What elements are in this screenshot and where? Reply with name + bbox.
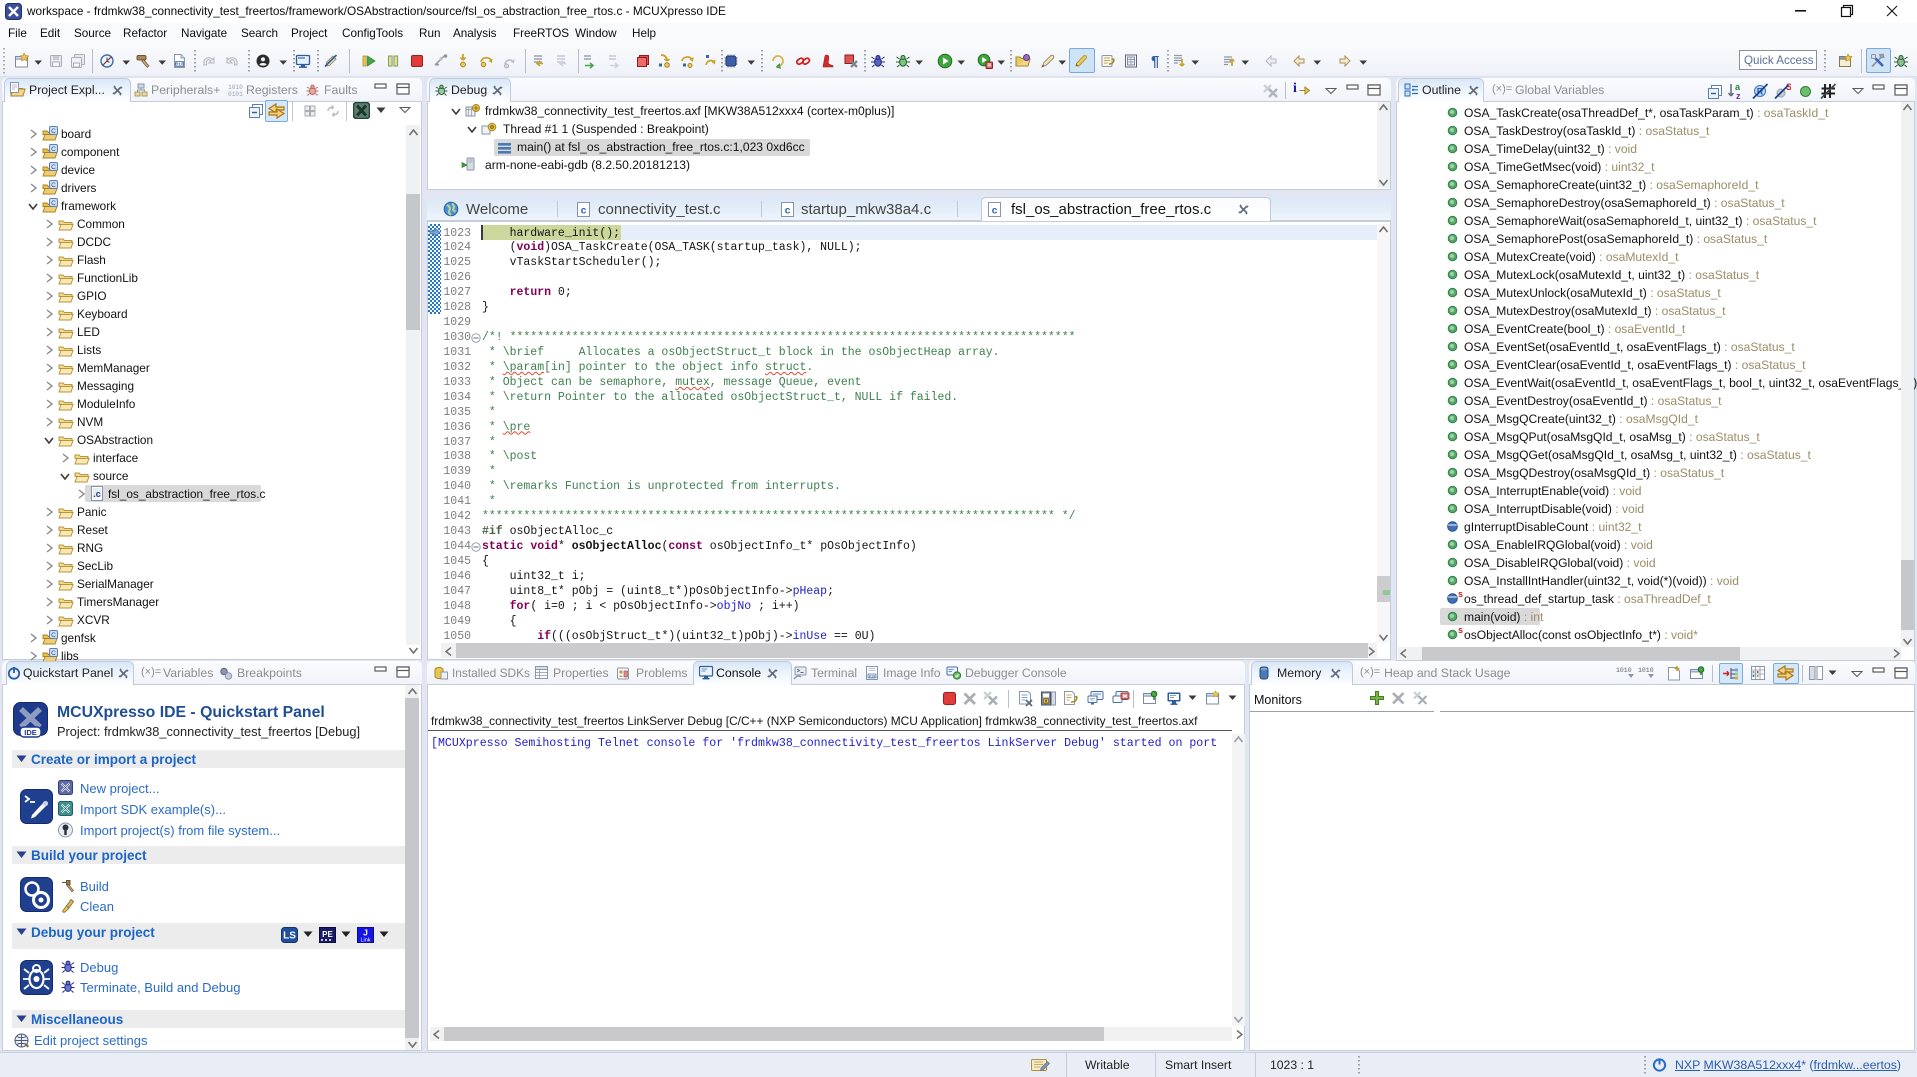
svg-text:010: 010 [175,62,184,68]
svg-text:.c: .c [93,489,101,499]
svg-text:1010: 1010 [1638,667,1654,674]
svg-text:C: C [51,650,56,657]
svg-text:LS: LS [283,931,296,942]
svg-text:C: C [51,182,56,189]
svg-text:C: C [51,164,56,171]
svg-text:C: C [51,146,56,153]
svg-text:0101: 0101 [228,91,243,97]
svg-text:010: 010 [869,675,877,679]
svg-text:J: J [363,928,368,938]
svg-text:IDE: IDE [24,728,37,737]
svg-text:C: C [51,632,56,639]
svg-text:c: c [785,206,791,217]
svg-text:z: z [1736,91,1741,100]
svg-text:c: c [581,206,587,217]
svg-text:Link: Link [360,938,370,944]
svg-text:C: C [51,200,56,207]
svg-text:C: C [51,128,56,135]
svg-text:1010: 1010 [1616,667,1632,674]
svg-text:PE: PE [322,930,333,939]
svg-text:1010: 1010 [228,84,243,91]
svg-text:c: c [992,206,998,217]
